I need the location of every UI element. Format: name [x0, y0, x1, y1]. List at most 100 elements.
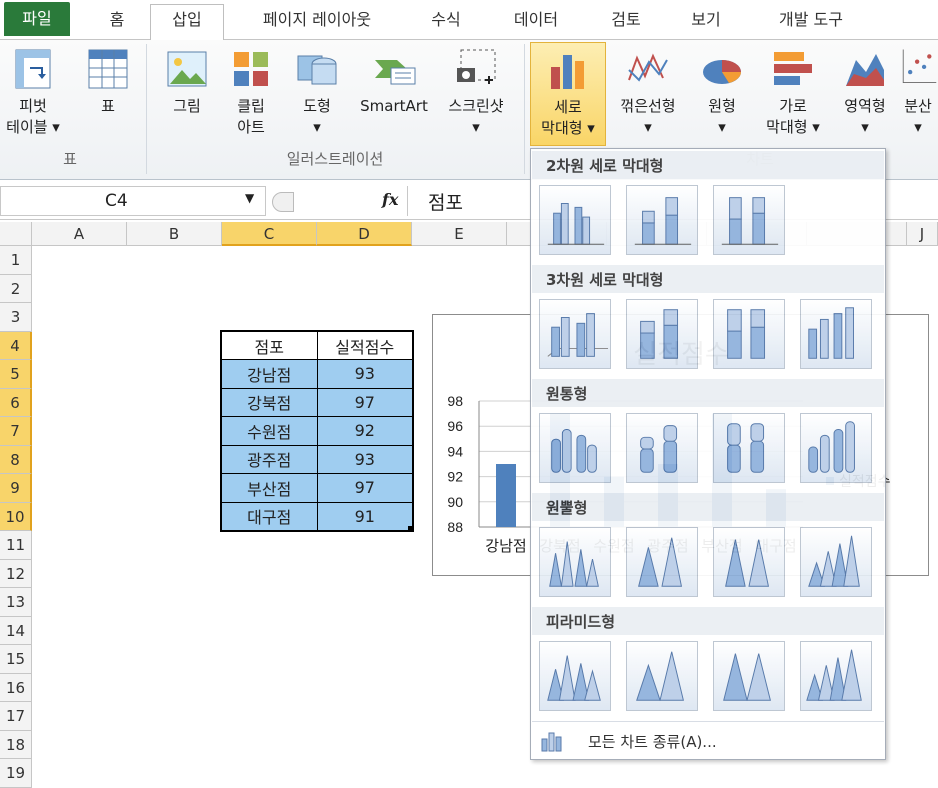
table-cell[interactable]: 93 [316, 359, 414, 389]
table-cell[interactable]: 수원점 [220, 416, 318, 446]
select-all-corner[interactable] [0, 222, 32, 246]
tab-file[interactable]: 파일 [4, 2, 70, 36]
row-header[interactable]: 14 [0, 616, 32, 645]
row-header[interactable]: 3 [0, 303, 32, 332]
percent-stacked-column-3d-option[interactable] [713, 299, 785, 369]
header-cell-store[interactable]: 점포 [220, 330, 318, 360]
name-box-dropdown-icon[interactable]: ▼ [245, 191, 254, 205]
tab-formulas[interactable]: 수식 [416, 6, 476, 40]
percent-stacked-cylinder-option[interactable] [713, 413, 785, 483]
table-button[interactable]: 표 [80, 46, 136, 117]
picture-button[interactable]: 그림 [158, 46, 216, 117]
clustered-cylinder-option[interactable] [539, 413, 611, 483]
row-header[interactable]: 1 [0, 246, 32, 275]
tab-insert[interactable]: 삽입 [150, 4, 224, 41]
table-cell[interactable]: 97 [316, 473, 414, 503]
row-header[interactable]: 9 [0, 474, 32, 503]
tab-developer[interactable]: 개발 도구 [756, 6, 866, 40]
screenshot-button[interactable]: 스크린샷 ▾ [436, 46, 516, 138]
section-cone: 원뿔형 [532, 493, 884, 521]
formula-bar-resize-handle[interactable] [272, 192, 294, 212]
row-header[interactable]: 16 [0, 673, 32, 702]
name-box[interactable]: C4 ▼ [0, 186, 266, 216]
stacked-column-2d-option[interactable] [626, 185, 698, 255]
clustered-column-3d-option[interactable] [539, 299, 611, 369]
column-chart-button[interactable]: 세로 막대형 ▾ [530, 42, 606, 146]
table-cell[interactable]: 97 [316, 387, 414, 417]
percent-stacked-pyramid-option[interactable] [713, 641, 785, 711]
row-header[interactable]: 18 [0, 730, 32, 759]
table-cell[interactable]: 강북점 [220, 387, 318, 417]
area-chart-button[interactable]: 영역형 ▾ [832, 46, 898, 138]
row-header[interactable]: 7 [0, 417, 32, 446]
column-header-b[interactable]: B [127, 222, 222, 246]
row-header[interactable]: 10 [0, 502, 32, 531]
scatter-chart-button[interactable]: 분산 ▾ [898, 46, 938, 138]
table-icon [85, 46, 131, 92]
stacked-cylinder-option[interactable] [626, 413, 698, 483]
pie-label: 원형 [708, 97, 736, 115]
fill-handle[interactable] [408, 526, 414, 532]
line-chart-button[interactable]: 꺾은선형 ▾ [608, 46, 688, 138]
clustered-column-2d-option[interactable] [539, 185, 611, 255]
area-label: 영역형 [844, 97, 886, 115]
group-separator [146, 44, 147, 174]
row-header[interactable]: 19 [0, 759, 32, 788]
y-tick-label: 98 [447, 393, 463, 409]
tab-data[interactable]: 데이터 [496, 6, 576, 40]
column-header-d[interactable]: D [317, 222, 412, 246]
table-cell[interactable]: 대구점 [220, 501, 318, 531]
percent-stacked-cone-option[interactable] [713, 527, 785, 597]
table-header-row: 점포 실적점수 [220, 330, 414, 360]
stacked-column-3d-option[interactable] [626, 299, 698, 369]
insert-function-icon[interactable]: fx [382, 190, 398, 209]
row-header[interactable]: 6 [0, 388, 32, 417]
column-header-a[interactable]: A [32, 222, 127, 246]
ribbon-tab-bar: 파일 홈 삽입 페이지 레이아웃 수식 데이터 검토 보기 개발 도구 [0, 0, 938, 41]
cone-3d-option[interactable] [800, 527, 872, 597]
row-header[interactable]: 17 [0, 702, 32, 731]
tab-home[interactable]: 홈 [94, 6, 140, 40]
column-header-j[interactable]: J [907, 222, 938, 246]
column-header-e[interactable]: E [412, 222, 507, 246]
bar-label-2: 막대형 ▾ [766, 118, 820, 136]
clustered-cone-option[interactable] [539, 527, 611, 597]
clustered-pyramid-option[interactable] [539, 641, 611, 711]
row-header[interactable]: 5 [0, 360, 32, 389]
section-pyramid: 피라미드형 [532, 607, 884, 635]
header-cell-score[interactable]: 실적점수 [316, 330, 414, 360]
table-cell[interactable]: 광주점 [220, 444, 318, 474]
column-header-c[interactable]: C [222, 222, 317, 246]
row-header[interactable]: 8 [0, 445, 32, 474]
row-header[interactable]: 12 [0, 559, 32, 588]
tab-view[interactable]: 보기 [676, 6, 736, 40]
table-cell[interactable]: 강남점 [220, 359, 318, 389]
stacked-pyramid-option[interactable] [626, 641, 698, 711]
bar-chart-icon [770, 46, 816, 92]
tab-review[interactable]: 검토 [596, 6, 656, 40]
row-header[interactable]: 13 [0, 588, 32, 617]
table-cell[interactable]: 부산점 [220, 473, 318, 503]
table-row: 강북점 97 [220, 387, 414, 417]
column-3d-option[interactable] [800, 299, 872, 369]
percent-stacked-column-2d-option[interactable] [713, 185, 785, 255]
pyramid-3d-option[interactable] [800, 641, 872, 711]
shapes-button[interactable]: 도형 ▾ [288, 46, 346, 138]
cylinder-3d-option[interactable] [800, 413, 872, 483]
row-header[interactable]: 15 [0, 645, 32, 674]
table-cell[interactable]: 91 [316, 501, 414, 531]
table-cell[interactable]: 92 [316, 416, 414, 446]
row-header[interactable]: 4 [0, 331, 32, 360]
bar-chart-button[interactable]: 가로 막대형 ▾ [754, 46, 832, 138]
pivot-table-button[interactable]: 피벗 테이블 ▾ [2, 46, 64, 138]
tab-page-layout[interactable]: 페이지 레이아웃 [236, 6, 398, 40]
row-header[interactable]: 11 [0, 531, 32, 560]
row-header[interactable]: 2 [0, 274, 32, 303]
clip-art-button[interactable]: 클립 아트 [222, 46, 280, 138]
pie-chart-button[interactable]: 원형 ▾ [692, 46, 752, 138]
smartart-button[interactable]: SmartArt [350, 46, 438, 117]
stacked-cone-option[interactable] [626, 527, 698, 597]
column-label-1: 세로 [554, 98, 582, 116]
all-chart-types-item[interactable]: 모든 차트 종류(A)... [532, 725, 884, 757]
table-cell[interactable]: 93 [316, 444, 414, 474]
